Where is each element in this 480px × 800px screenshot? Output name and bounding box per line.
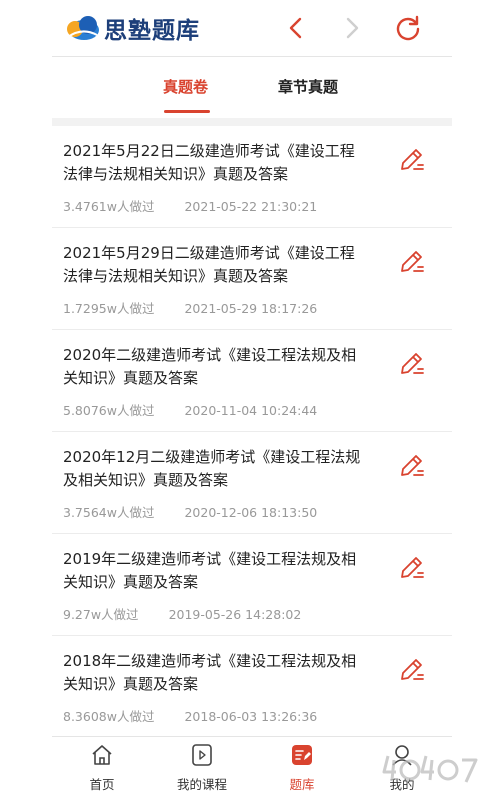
item-title: 2021年5月29日二级建造师考试《建设工程法律与法规相关知识》真题及答案 [63, 244, 355, 285]
tabbar-my-courses-label: 我的课程 [176, 777, 227, 792]
item-meta: 8.3608w人做过 2018-06-03 13:26:36 [63, 706, 317, 725]
item-count: 3.4761w人做过 [63, 199, 155, 214]
refresh-icon [396, 15, 420, 41]
item-count: 9.27w人做过 [63, 607, 139, 622]
edit-icon[interactable] [396, 144, 428, 176]
item-date: 2018-06-03 13:26:36 [184, 709, 318, 724]
exam-list: 2021年5月22日二级建造师考试《建设工程法律与法规相关知识》真题及答案 3.… [52, 126, 452, 738]
tabbar-question-bank-label: 题库 [289, 777, 315, 792]
item-title: 2018年二级建造师考试《建设工程法规及相关知识》真题及答案 [63, 652, 357, 693]
item-count: 5.8076w人做过 [63, 403, 155, 418]
item-date: 2020-11-04 10:24:44 [184, 403, 318, 418]
list-item[interactable]: 2021年5月29日二级建造师考试《建设工程法律与法规相关知识》真题及答案 1.… [52, 228, 452, 330]
header-divider [52, 56, 452, 57]
chevron-right-icon [346, 17, 359, 39]
back-button[interactable] [280, 12, 312, 44]
edit-icon[interactable] [396, 348, 428, 380]
tabbar-my-courses[interactable]: 我的课程 [152, 737, 252, 800]
app-title: 思塾题库 [104, 18, 200, 44]
edit-icon[interactable] [396, 450, 428, 482]
tabbar-question-bank[interactable]: 题库 [252, 737, 352, 800]
tabbar-home-label: 首页 [89, 777, 115, 792]
list-item[interactable]: 2018年二级建造师考试《建设工程法规及相关知识》真题及答案 8.3608w人做… [52, 636, 452, 738]
tab-chapter-questions[interactable]: 章节真题 [278, 76, 338, 97]
refresh-button[interactable] [392, 12, 424, 44]
edit-icon[interactable] [396, 654, 428, 686]
logo-icon [67, 16, 99, 40]
watermark-logo [382, 755, 478, 783]
play-icon [192, 744, 212, 766]
item-title: 2020年二级建造师考试《建设工程法规及相关知识》真题及答案 [63, 346, 357, 387]
section-separator [52, 118, 452, 126]
item-count: 1.7295w人做过 [63, 301, 155, 316]
item-title: 2019年二级建造师考试《建设工程法规及相关知识》真题及答案 [63, 550, 357, 591]
item-count: 8.3608w人做过 [63, 709, 155, 724]
item-meta: 3.4761w人做过 2021-05-22 21:30:21 [63, 196, 317, 215]
list-item[interactable]: 2020年二级建造师考试《建设工程法规及相关知识》真题及答案 5.8076w人做… [52, 330, 452, 432]
tabbar-home[interactable]: 首页 [52, 737, 152, 800]
item-title: 2020年12月二级建造师考试《建设工程法规及相关知识》真题及答案 [63, 448, 361, 489]
active-tab-indicator [164, 110, 210, 113]
chevron-left-icon [289, 17, 302, 39]
item-date: 2020-12-06 18:13:50 [184, 505, 318, 520]
item-meta: 3.7564w人做过 2020-12-06 18:13:50 [63, 502, 317, 521]
edit-icon[interactable] [396, 246, 428, 278]
item-count: 3.7564w人做过 [63, 505, 155, 520]
item-date: 2019-05-26 14:28:02 [168, 607, 302, 622]
item-meta: 5.8076w人做过 2020-11-04 10:24:44 [63, 400, 317, 419]
app-logo: 思塾题库 [64, 10, 200, 46]
tab-bar: 真题卷 章节真题 [52, 58, 452, 118]
item-meta: 1.7295w人做过 2021-05-29 18:17:26 [63, 298, 317, 317]
home-icon [92, 745, 112, 765]
forward-button[interactable] [336, 12, 368, 44]
list-item[interactable]: 2021年5月22日二级建造师考试《建设工程法律与法规相关知识》真题及答案 3.… [52, 126, 452, 228]
question-bank-icon [292, 745, 312, 765]
item-date: 2021-05-29 18:17:26 [184, 301, 318, 316]
item-title: 2021年5月22日二级建造师考试《建设工程法律与法规相关知识》真题及答案 [63, 142, 355, 183]
tab-exam-papers[interactable]: 真题卷 [163, 76, 208, 97]
list-item[interactable]: 2020年12月二级建造师考试《建设工程法规及相关知识》真题及答案 3.7564… [52, 432, 452, 534]
item-date: 2021-05-22 21:30:21 [184, 199, 318, 214]
list-item[interactable]: 2019年二级建造师考试《建设工程法规及相关知识》真题及答案 9.27w人做过 2… [52, 534, 452, 636]
app-header: 思塾题库 [0, 0, 480, 56]
edit-icon[interactable] [396, 552, 428, 584]
item-meta: 9.27w人做过 2019-05-26 14:28:02 [63, 604, 301, 623]
